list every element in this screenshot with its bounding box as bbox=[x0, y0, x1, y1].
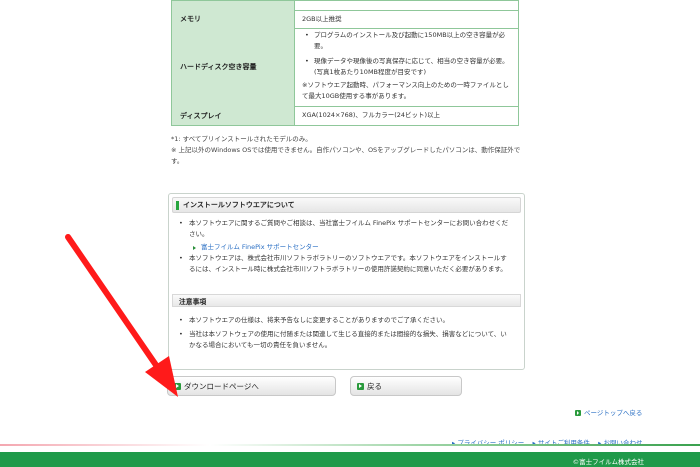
disk-note: ※ソフトウエア起動時、パフォーマンス向上のための一時ファイルとして最大10GB使… bbox=[302, 81, 509, 100]
footer-bar: ©富士フイルム株式会社 bbox=[0, 452, 700, 467]
note-line: *1: すべてプリインストールされたモデルのみ。 bbox=[171, 135, 312, 143]
install-software-panel: インストールソフトウエアについて 本ソフトウエアに関するご質問やご相談は、当社富… bbox=[168, 193, 525, 370]
panel-title: インストールソフトウエアについて bbox=[183, 201, 295, 209]
spec-value-disk: プログラムのインストール及び起動に150MB以上の空き容量が必要。 現像データや… bbox=[296, 28, 518, 106]
spec-row-disk: ハードディスク空き容量 プログラムのインストール及び起動に150MB以上の空き容… bbox=[172, 28, 518, 107]
download-button-label: ダウンロードページへ bbox=[184, 381, 259, 391]
disk-requirements-list: プログラムのインストール及び起動に150MB以上の空き容量が必要。 現像データや… bbox=[302, 30, 512, 78]
spec-row-display: ディスプレイ XGA(1024×768)、フルカラー(24ビット)以上 bbox=[172, 106, 518, 125]
caution-list: 本ソフトウエアの仕様は、将来予告なしに変更することがありますのでご了承ください。… bbox=[179, 315, 512, 351]
page-top-label: ページトップへ戻る bbox=[584, 409, 643, 417]
note-line: ※ 上記以外のWindows OSでは使用できません。自作パソコンや、OSをアッ… bbox=[171, 146, 521, 165]
caution-header: 注意事項 bbox=[172, 294, 521, 307]
spec-value-display: XGA(1024×768)、フルカラー(24ビット)以上 bbox=[302, 111, 441, 119]
spec-label-memory: メモリ bbox=[172, 10, 295, 28]
list-item: 本ソフトウエアは、株式会社市川ソフトラボラトリーのソフトウエアです。本ソフトウエ… bbox=[179, 253, 512, 275]
arrow-right-icon bbox=[357, 382, 364, 390]
spec-row-memory: メモリ 2GB以上推奨 bbox=[172, 10, 518, 29]
spec-notes: *1: すべてプリインストールされたモデルのみ。 ※ 上記以外のWindows … bbox=[171, 134, 521, 167]
page-top-link[interactable]: ページトップへ戻る bbox=[575, 407, 642, 417]
spec-row-value bbox=[296, 1, 518, 10]
support-center-link[interactable]: 富士フイルム FinePix サポートセンター bbox=[179, 242, 512, 253]
back-button[interactable]: 戻る bbox=[350, 376, 462, 396]
list-item: 当社は本ソフトウェアの使用に付随または関連して生じる直接的または間接的な損失、損… bbox=[179, 329, 512, 351]
spec-value-memory: 2GB以上推奨 bbox=[302, 14, 342, 23]
disk-requirement-item: 現像データや現像後の写真保存に応じて、相当の空き容量が必要。(写真1枚あたり10… bbox=[305, 56, 512, 78]
header-accent-bar bbox=[176, 200, 179, 210]
list-item: 本ソフトウエアに関するご質問やご相談は、当社富士フイルム FinePix サポー… bbox=[179, 218, 512, 240]
install-info-list: 本ソフトウエアに関するご質問やご相談は、当社富士フイルム FinePix サポー… bbox=[179, 218, 512, 275]
spec-row-label bbox=[172, 1, 295, 10]
list-item: 本ソフトウエアの仕様は、将来予告なしに変更することがありますのでご了承ください。 bbox=[179, 315, 512, 326]
disk-requirement-item: プログラムのインストール及び起動に150MB以上の空き容量が必要。 bbox=[305, 30, 512, 52]
spec-label-display: ディスプレイ bbox=[172, 106, 295, 125]
arrow-up-icon bbox=[575, 410, 581, 416]
spec-table: メモリ 2GB以上推奨 ハードディスク空き容量 プログラムのインストール及び起動… bbox=[171, 0, 519, 126]
panel-header: インストールソフトウエアについて bbox=[172, 197, 521, 213]
spec-label-disk: ハードディスク空き容量 bbox=[172, 28, 295, 106]
copyright: ©富士フイルム株式会社 bbox=[572, 458, 644, 466]
download-page-button[interactable]: ダウンロードページへ bbox=[167, 376, 336, 396]
back-button-label: 戻る bbox=[367, 381, 382, 391]
arrow-right-icon bbox=[174, 382, 181, 390]
footer-gradient-line bbox=[0, 444, 700, 446]
